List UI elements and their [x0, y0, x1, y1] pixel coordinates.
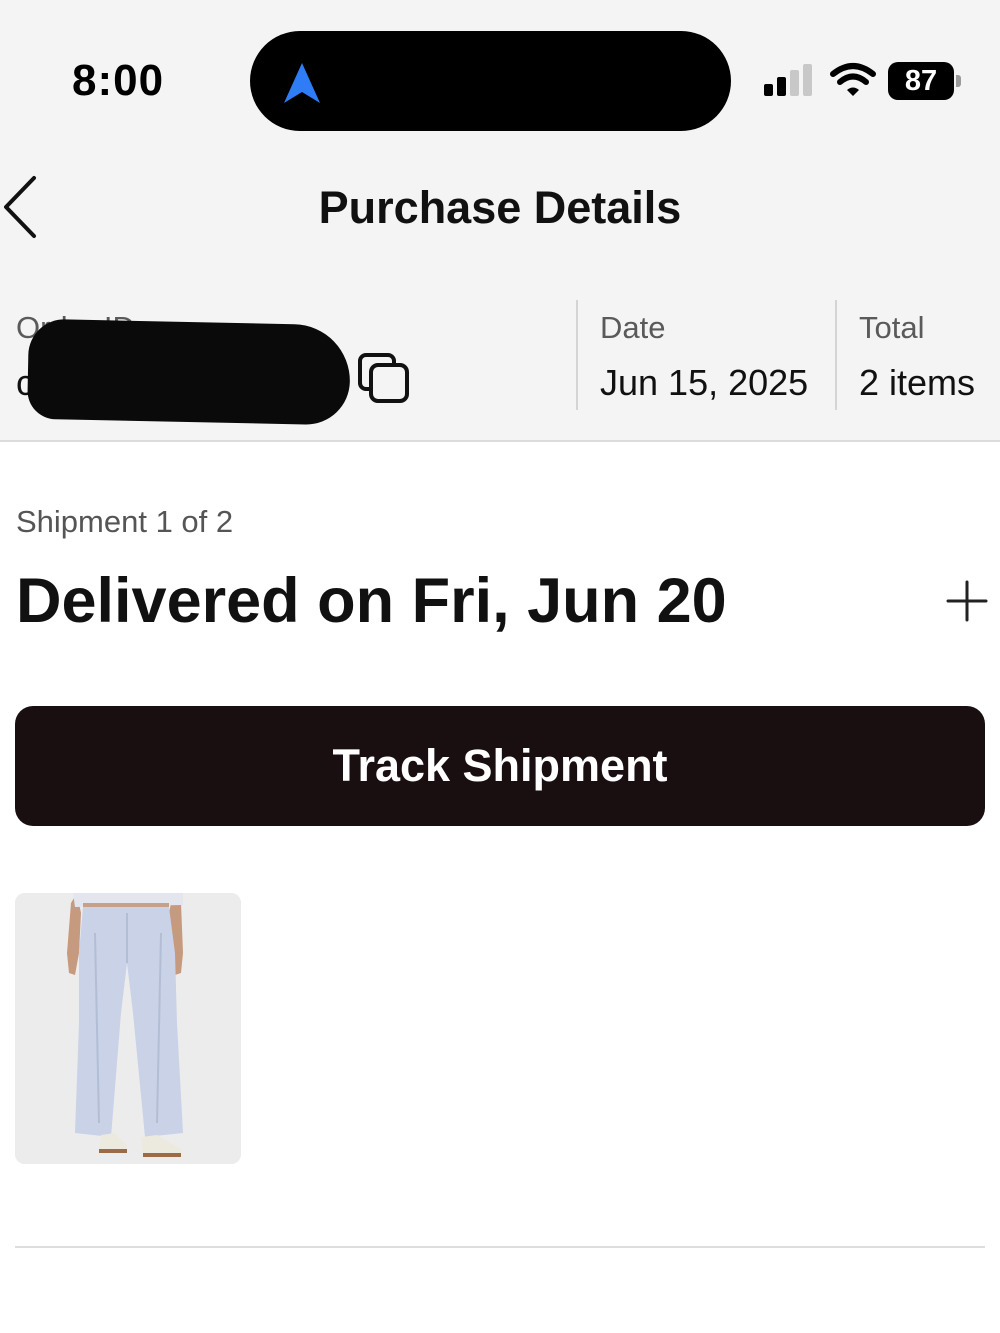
track-shipment-button[interactable]: Track Shipment [15, 706, 985, 826]
summary-divider [576, 300, 578, 410]
shipment-count: Shipment 1 of 2 [16, 504, 234, 539]
product-pants-image [15, 893, 241, 1164]
battery-icon: 87 [888, 62, 962, 100]
total-value: 2 items [859, 362, 976, 403]
date-value: Jun 15, 2025 [600, 362, 809, 403]
section-divider [15, 1246, 985, 1248]
status-time: 8:00 [72, 56, 165, 105]
battery-tip [956, 75, 961, 87]
cellular-signal-icon [764, 64, 812, 96]
wifi-icon [830, 63, 876, 96]
total-label: Total [859, 310, 925, 345]
plus-icon[interactable] [944, 578, 990, 624]
date-label: Date [600, 310, 666, 345]
dynamic-island [250, 31, 731, 131]
page-title: Purchase Details [318, 182, 682, 233]
redaction-scribble [26, 318, 352, 426]
copy-icon[interactable] [356, 352, 412, 404]
battery-level: 87 [904, 65, 938, 97]
navigation-arrow-icon [284, 63, 320, 103]
delivery-status: Delivered on Fri, Jun 20 [16, 566, 727, 636]
product-image[interactable] [15, 893, 241, 1164]
summary-divider [835, 300, 837, 410]
